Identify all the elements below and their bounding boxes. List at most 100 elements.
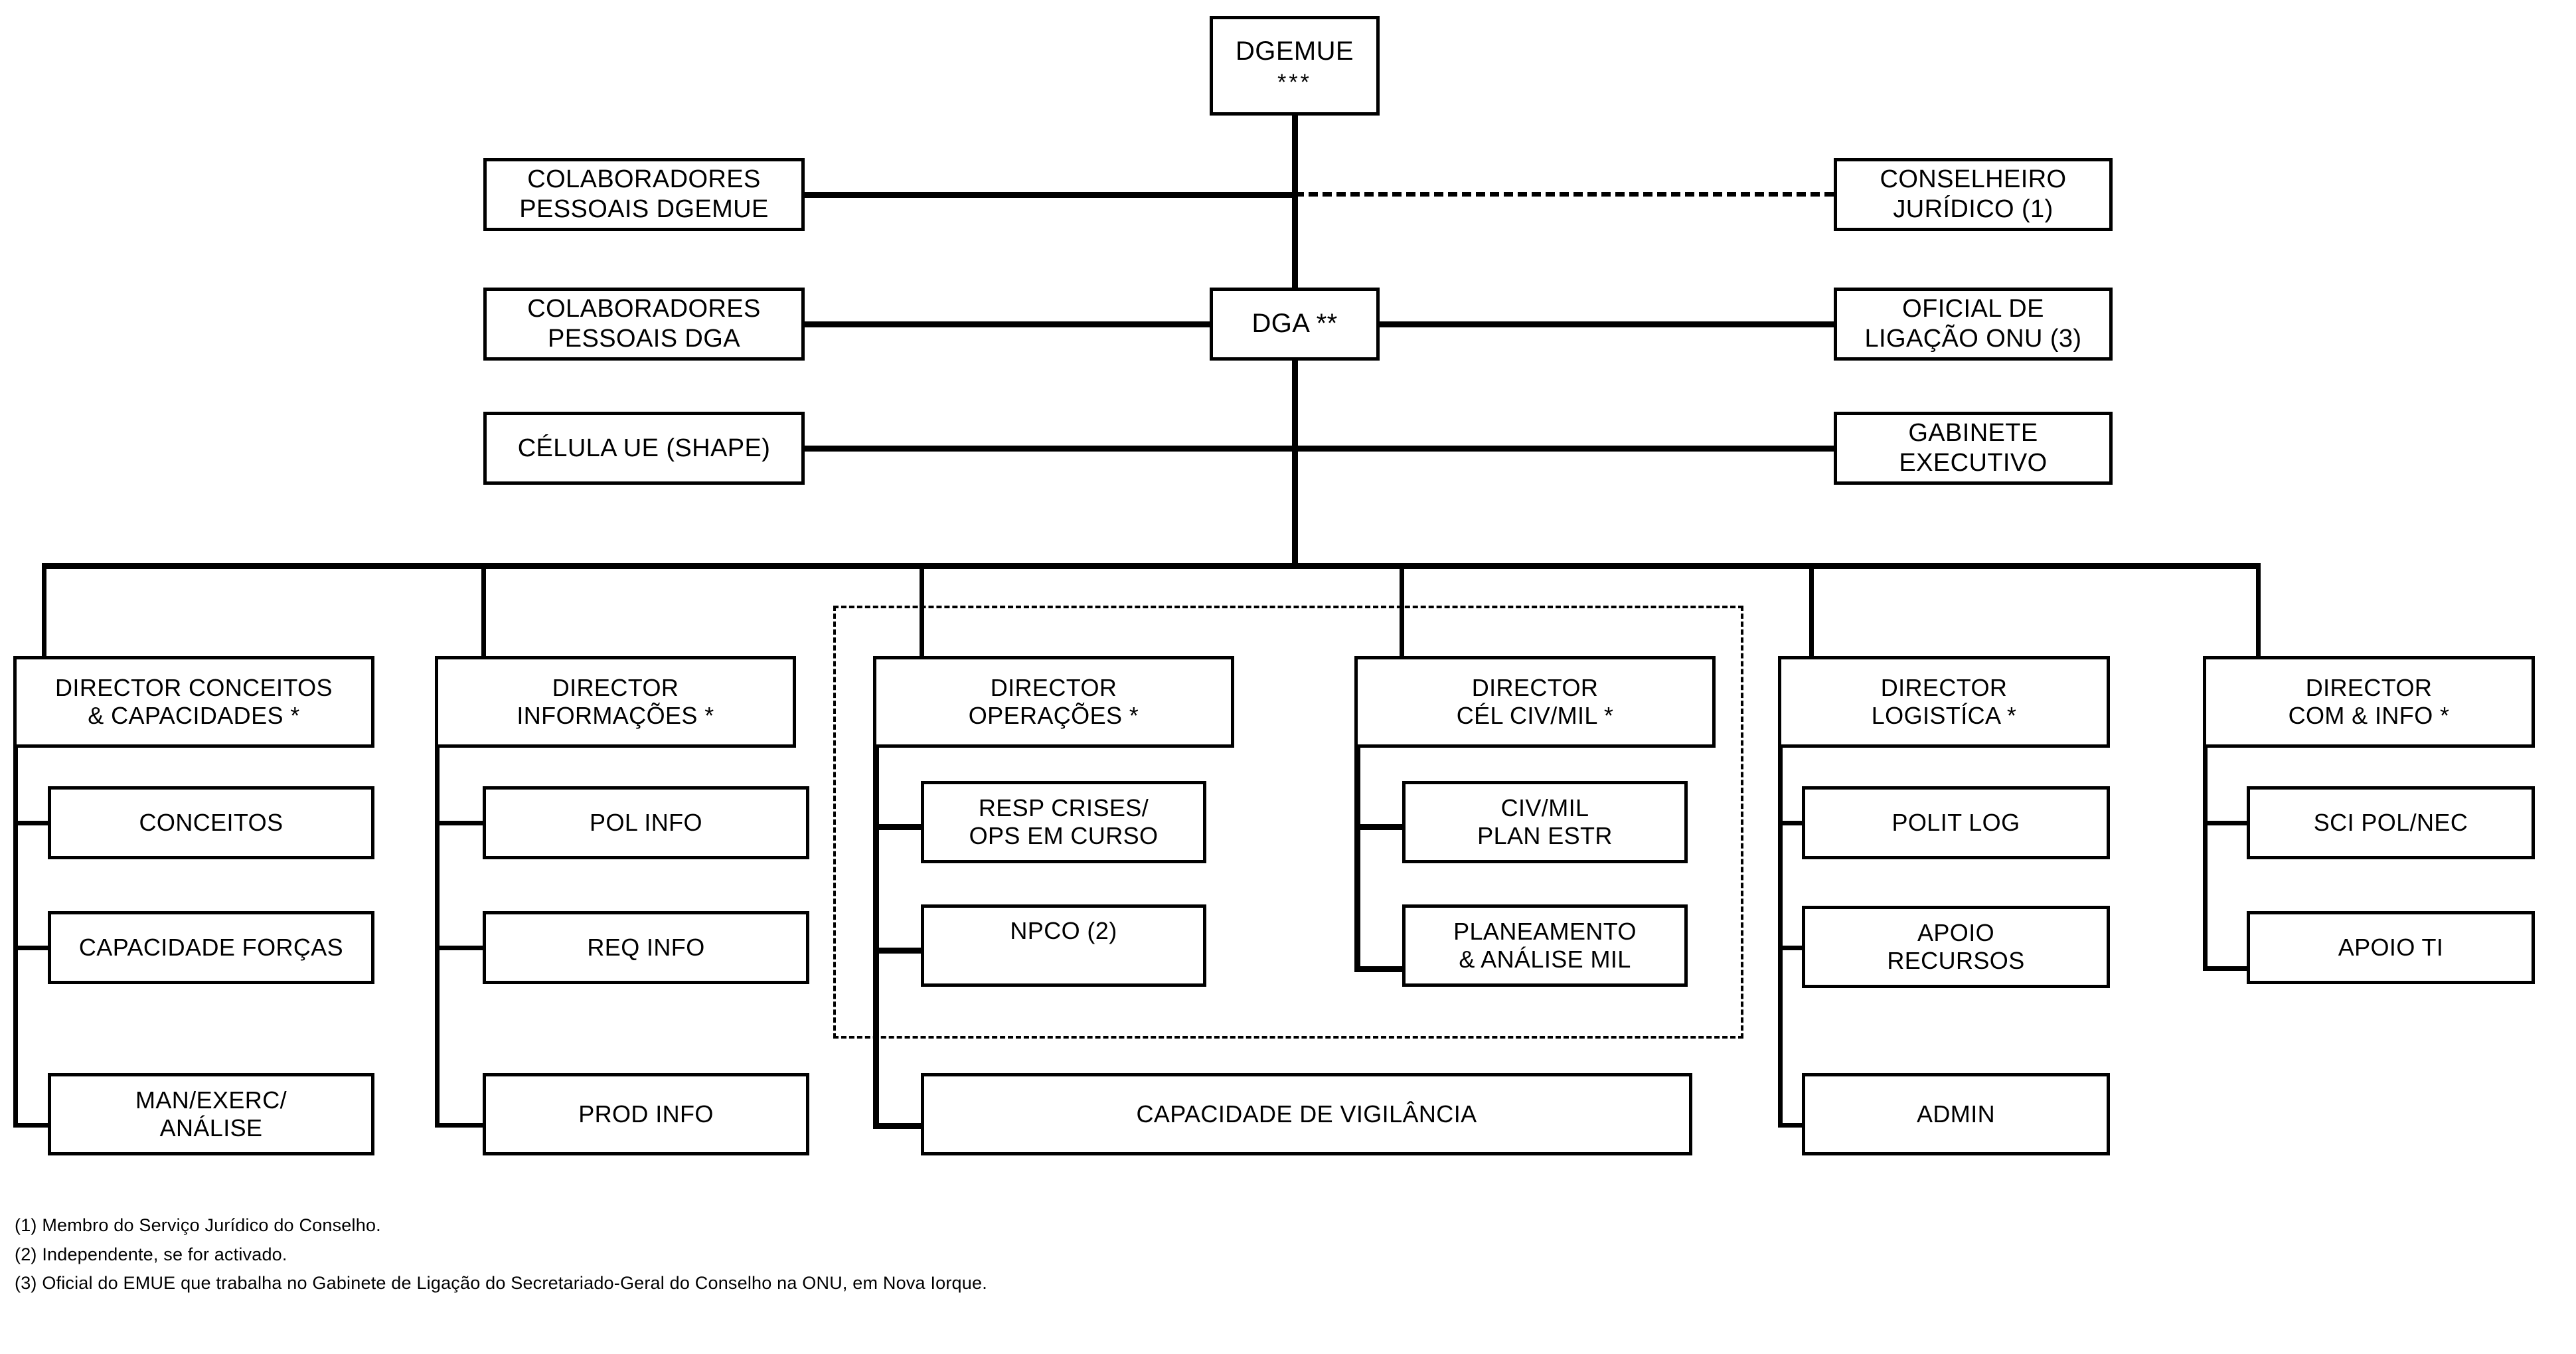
node-label-line1: OFICIAL DE (1902, 295, 2044, 323)
node-capacidade-forcas: CAPACIDADE FORÇAS (48, 911, 374, 984)
node-apoio-ti: APOIO TI (2247, 911, 2535, 984)
col3-trunk (873, 748, 879, 1128)
node-label-line1: CONCEITOS (139, 808, 283, 836)
node-req-info: REQ INFO (483, 911, 809, 984)
col4-stub-1 (1354, 824, 1405, 830)
node-label-line2: COM & INFO * (2288, 702, 2450, 729)
col2-stub-2 (435, 946, 485, 950)
node-label-line1: REQ INFO (587, 933, 705, 961)
node-label-line1: ADMIN (1917, 1100, 1995, 1128)
node-label-line2: INFORMAÇÕES * (517, 702, 714, 729)
bus-drop-6 (2256, 563, 2261, 664)
col2-stub-3 (435, 1123, 485, 1128)
node-label-line2: LOGISTÍCA * (1871, 702, 2017, 729)
node-label-line1: RESP CRISES/ (978, 794, 1149, 821)
node-label-line1: CIV/MIL (1500, 794, 1589, 821)
connector-row2-left (805, 321, 1212, 327)
connector-row2-right (1377, 321, 1836, 327)
footnote-2: (2) Independente, se for activado. (15, 1240, 987, 1270)
node-label-line1: APOIO (1917, 918, 1995, 946)
node-label-line2: ANÁLISE (159, 1114, 263, 1142)
footnote-3-marker: (3) (15, 1273, 37, 1294)
footnotes-block: (1) Membro do Serviço Jurídico do Consel… (15, 1211, 987, 1298)
col6-stub-1 (2203, 821, 2249, 825)
node-label-line1: POLIT LOG (1892, 808, 2020, 836)
node-director-logistica: DIRECTOR LOGISTÍCA * (1778, 656, 2110, 748)
col5-trunk (1778, 748, 1783, 1128)
connector-row3 (805, 446, 1836, 452)
footnote-1: (1) Membro do Serviço Jurídico do Consel… (15, 1211, 987, 1240)
node-label-line1: CONSELHEIRO (1880, 165, 2067, 194)
node-label-line2: EXECUTIVO (1899, 449, 2048, 477)
node-label-line1: DIRECTOR (552, 673, 679, 701)
node-label-line1: CAPACIDADE DE VIGILÂNCIA (1136, 1100, 1477, 1128)
node-director-cel-civ-mil: DIRECTOR CÉL CIV/MIL * (1354, 656, 1716, 748)
node-admin: ADMIN (1802, 1073, 2110, 1155)
col3-stub-3 (873, 1123, 924, 1129)
node-label-line1: DIRECTOR (1880, 673, 2008, 701)
main-distribution-bus (42, 563, 2261, 569)
col1-stub-1 (13, 821, 50, 825)
col2-trunk (435, 748, 440, 1128)
node-npco: NPCO (2) (921, 904, 1206, 987)
node-label-line2: RECURSOS (1887, 947, 2025, 974)
node-director-operacoes: DIRECTOR OPERAÇÕES * (873, 656, 1234, 748)
node-dgemue-stars: *** (1277, 69, 1312, 95)
footnote-3-text: Oficial do EMUE que trabalha no Gabinete… (42, 1273, 987, 1294)
node-colaboradores-pessoais-dga: COLABORADORES PESSOAIS DGA (483, 288, 805, 361)
node-dga-label: DGA ** (1251, 309, 1338, 339)
col3-stub-1 (873, 824, 924, 830)
col2-stub-1 (435, 821, 485, 825)
node-planeamento-analise-mil: PLANEAMENTO & ANÁLISE MIL (1402, 904, 1688, 987)
node-oficial-ligacao-onu: OFICIAL DE LIGAÇÃO ONU (3) (1834, 288, 2113, 361)
node-celula-ue-shape: CÉLULA UE (SHAPE) (483, 412, 805, 485)
node-prod-info: PROD INFO (483, 1073, 809, 1155)
node-conceitos: CONCEITOS (48, 786, 374, 859)
node-label-line2: PESSOAIS DGEMUE (519, 195, 769, 223)
footnote-2-text: Independente, se for activado. (42, 1244, 287, 1264)
node-label-line1: COLABORADORES (527, 165, 761, 194)
node-label-line1: PROD INFO (578, 1100, 714, 1128)
col1-stub-3 (13, 1123, 50, 1128)
node-dgemue: DGEMUE *** (1210, 16, 1380, 116)
node-label-line1: SCI POL/NEC (2313, 808, 2468, 836)
footnote-1-marker: (1) (15, 1215, 37, 1235)
bus-drop-3 (920, 563, 924, 664)
connector-row1-right-dashed (1295, 192, 1834, 197)
node-director-informacoes: DIRECTOR INFORMAÇÕES * (435, 656, 796, 748)
node-conselheiro-juridico: CONSELHEIRO JURÍDICO (1) (1834, 158, 2113, 231)
col3-stub-2 (873, 948, 924, 954)
node-gabinete-executivo: GABINETE EXECUTIVO (1834, 412, 2113, 485)
node-label-line2: PESSOAIS DGA (548, 325, 740, 353)
node-label-line2: CÉL CIV/MIL * (1456, 702, 1614, 729)
node-label-line1: MAN/EXERC/ (135, 1086, 287, 1114)
node-label-line2: & ANÁLISE MIL (1459, 946, 1631, 973)
node-label-line1: COLABORADORES (527, 295, 761, 323)
node-label-line2: JURÍDICO (1) (1893, 195, 2053, 223)
node-label-line2: & CAPACIDADES * (88, 702, 300, 729)
node-man-exerc-analise: MAN/EXERC/ ANÁLISE (48, 1073, 374, 1155)
node-label-line1: DIRECTOR (2305, 673, 2433, 701)
connector-row1-left (805, 192, 1295, 198)
node-label-line2: OPS EM CURSO (969, 822, 1159, 849)
node-label-line2: PLAN ESTR (1477, 822, 1613, 849)
node-capacidade-de-vigilancia: CAPACIDADE DE VIGILÂNCIA (921, 1073, 1692, 1155)
node-label-line1: CAPACIDADE FORÇAS (78, 933, 344, 961)
node-dga: DGA ** (1210, 288, 1380, 361)
bus-drop-4 (1400, 563, 1404, 664)
node-label-line1: DIRECTOR (1471, 673, 1599, 701)
node-director-com-info: DIRECTOR COM & INFO * (2203, 656, 2535, 748)
node-label-line2: OPERAÇÕES * (968, 702, 1139, 729)
node-apoio-recursos: APOIO RECURSOS (1802, 906, 2110, 988)
node-sci-pol-nec: SCI POL/NEC (2247, 786, 2535, 859)
col6-stub-2 (2203, 966, 2249, 971)
node-label-line1: NPCO (2) (1010, 917, 1117, 944)
col5-stub-2 (1778, 946, 1805, 950)
node-label-line1: DIRECTOR CONCEITOS (55, 673, 333, 701)
node-polit-log: POLIT LOG (1802, 786, 2110, 859)
node-director-conceitos-capacidades: DIRECTOR CONCEITOS & CAPACIDADES * (13, 656, 374, 748)
footnote-2-marker: (2) (15, 1244, 37, 1264)
node-label-line2: LIGAÇÃO ONU (3) (1864, 325, 2082, 353)
org-chart-canvas: DGEMUE *** COLABORADORES PESSOAIS DGEMUE… (0, 0, 2576, 1354)
node-dgemue-label: DGEMUE (1236, 37, 1354, 66)
